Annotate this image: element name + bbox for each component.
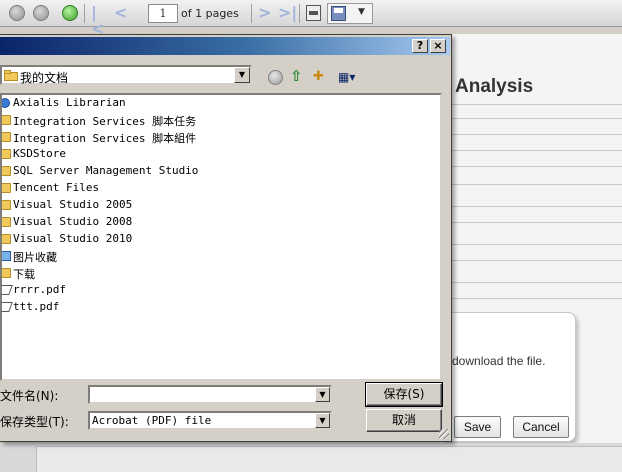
file-name: KSDStore (13, 147, 66, 160)
pdf-file-icon (2, 285, 13, 295)
pdf-file-icon (2, 302, 13, 312)
folder-icon (2, 166, 11, 176)
report-divider (440, 206, 622, 207)
file-name: Tencent Files (13, 181, 100, 194)
file-name: Visual Studio 2008 (13, 215, 133, 228)
report-toolbar: |< < 1 of 1 pages > >| ▼ (0, 0, 622, 37)
chevron-down-icon[interactable]: ▼ (315, 387, 330, 402)
filename-input[interactable]: ▼ (88, 385, 332, 404)
export-dropdown[interactable]: ▼ (327, 3, 373, 24)
save-as-dialog: ? × 我的文档 ▼ ⇧ ✚ ▦▾ Axialis Librarian Integ… (0, 34, 452, 442)
resize-grip-icon[interactable] (439, 429, 449, 439)
chevron-down-icon[interactable]: ▼ (315, 413, 330, 428)
dialog-save-button[interactable]: 保存(S) (365, 382, 443, 407)
report-divider (440, 244, 622, 245)
file-name: Visual Studio 2005 (13, 198, 133, 211)
filetype-value: Acrobat (PDF) file (92, 414, 212, 427)
report-divider (440, 260, 622, 261)
popup-cancel-button[interactable]: Cancel (513, 416, 569, 438)
download-message: download the file. (452, 354, 546, 368)
page-count-label: of 1 pages (181, 7, 239, 20)
report-divider (440, 222, 622, 223)
back-icon[interactable] (268, 70, 283, 85)
folder-icon (2, 200, 11, 210)
file-name: Axialis Librarian (13, 96, 126, 109)
report-divider (440, 298, 622, 299)
report-divider (440, 166, 622, 167)
toolbar-separator (251, 4, 252, 23)
report-divider (440, 282, 622, 283)
report-title: Analysis (455, 76, 534, 97)
last-page-icon[interactable]: >| (278, 5, 297, 21)
folder-icon (2, 132, 11, 142)
chevron-down-icon: ▼ (358, 7, 365, 17)
folder-icon (2, 149, 11, 159)
print-icon[interactable] (306, 5, 321, 21)
first-page-icon[interactable]: |< (91, 5, 105, 37)
filename-label: 文件名(N): (0, 389, 59, 403)
forward-icon[interactable] (33, 5, 49, 21)
folder-icon (2, 234, 11, 244)
file-name: ttt.pdf (13, 300, 60, 313)
folder-icon (2, 217, 11, 227)
filetype-select[interactable]: Acrobat (PDF) file ▼ (88, 411, 332, 430)
viewer-footer-panel (36, 446, 622, 472)
refresh-icon[interactable] (62, 5, 78, 21)
back-icon[interactable] (9, 5, 25, 21)
folder-icon (2, 115, 11, 125)
folder-icon (2, 183, 11, 193)
new-folder-icon[interactable]: ✚ (313, 68, 331, 86)
popup-save-button[interactable]: Save (454, 416, 501, 438)
look-in-dropdown[interactable]: 我的文档 ▼ (0, 65, 252, 85)
report-divider (440, 184, 622, 185)
toolbar-separator (299, 4, 300, 23)
folder-icon (2, 268, 11, 278)
filetype-label: 保存类型(T): (0, 415, 69, 429)
look-in-value: 我的文档 (20, 71, 69, 85)
file-name: 图片收藏 (13, 251, 57, 264)
dialog-titlebar[interactable]: ? × (0, 37, 450, 55)
file-name: 下载 (13, 268, 35, 281)
page-number-input[interactable]: 1 (148, 4, 178, 23)
toolbar-separator (84, 4, 85, 23)
file-name: rrrr.pdf (13, 283, 66, 296)
file-list[interactable]: Axialis Librarian Integration Services 脚本… (0, 93, 442, 381)
report-divider (440, 104, 622, 105)
save-icon (331, 6, 346, 21)
report-divider (440, 118, 622, 119)
report-divider (440, 150, 622, 151)
folder-icon (4, 70, 18, 84)
file-name: Integration Services 脚本組件 (13, 132, 197, 145)
file-name: SQL Server Management Studio (13, 164, 199, 177)
file-name: Integration Services 脚本任务 (13, 115, 197, 128)
prev-page-icon[interactable]: < (114, 5, 128, 21)
up-folder-icon[interactable]: ⇧ (290, 68, 308, 86)
next-page-icon[interactable]: > (258, 5, 272, 21)
librarian-icon (2, 98, 10, 108)
pictures-folder-icon (2, 251, 11, 261)
help-button[interactable]: ? (412, 39, 428, 53)
chevron-down-icon[interactable]: ▼ (234, 67, 250, 83)
report-divider (440, 134, 622, 135)
view-menu-icon[interactable]: ▦▾ (338, 68, 360, 86)
close-button[interactable]: × (430, 39, 446, 53)
file-name: Visual Studio 2010 (13, 232, 133, 245)
dialog-cancel-button[interactable]: 取消 (366, 409, 442, 432)
